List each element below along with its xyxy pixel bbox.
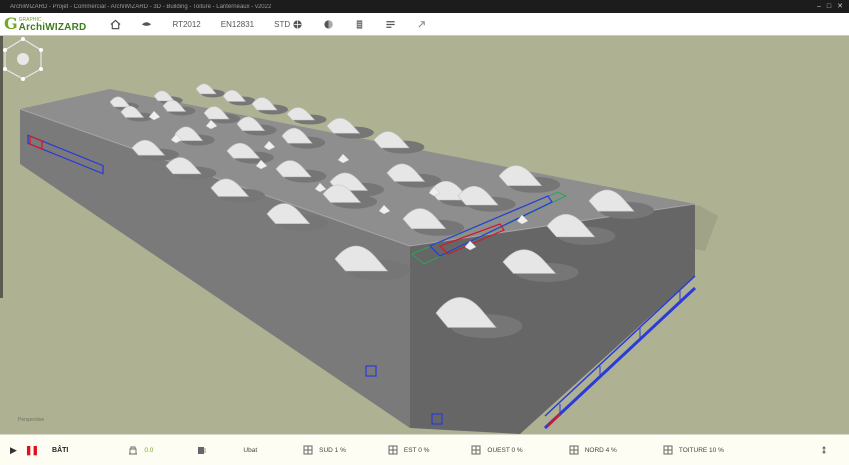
skylight — [195, 83, 217, 95]
close-button[interactable]: ✕ — [837, 3, 843, 10]
main-toolbar: G GRAPHIC ArchiWIZARD RT2012 EN12831 STD — [0, 13, 849, 36]
logo-mark: G — [4, 14, 18, 33]
play-button[interactable]: ▶ — [10, 445, 17, 456]
document-icon — [356, 19, 363, 29]
globe-icon — [293, 19, 302, 29]
3d-viewport[interactable]: Perspective — [0, 36, 849, 434]
wall-icon — [198, 447, 206, 454]
window-icon — [303, 445, 313, 455]
en12831-button[interactable]: EN12831 — [221, 20, 254, 29]
minimize-button[interactable]: – — [817, 3, 821, 10]
view-button[interactable] — [141, 19, 152, 30]
sud-item[interactable]: SUD 1 % — [303, 445, 346, 455]
skylight — [373, 131, 410, 149]
export-button[interactable] — [416, 19, 427, 30]
app-logo: G GRAPHIC ArchiWIZARD — [4, 13, 86, 35]
list-icon — [386, 20, 395, 28]
est-item[interactable]: EST 0 % — [388, 445, 430, 455]
sud-value: SUD 1 % — [319, 446, 346, 454]
window-titlebar: ArchiWIZARD - Projet - Commercial - Arch… — [0, 0, 849, 13]
ubat-label: Ubat — [243, 446, 258, 454]
scroll-arrows-icon — [822, 446, 826, 454]
status-bar: ▶ ❚❚ BÂTI 0.0 Ubat SUD 1 % EST 0 % OUEST… — [0, 434, 849, 465]
std-label: STD — [274, 19, 291, 29]
pause-button[interactable]: ❚❚ — [25, 445, 39, 456]
skylight — [286, 107, 316, 121]
navigation-cube[interactable] — [0, 36, 46, 82]
list-button[interactable] — [385, 19, 396, 30]
bati-label: BÂTI — [52, 446, 69, 454]
window-icon — [569, 445, 579, 455]
window-controls: – □ ✕ — [817, 3, 843, 10]
window-icon — [471, 445, 481, 455]
toiture-item[interactable]: TOITURE 10 % — [663, 445, 724, 455]
ouest-value: OUEST 0 % — [487, 446, 523, 454]
sun-button[interactable] — [323, 19, 334, 30]
nord-value: NORD 4 % — [584, 446, 617, 454]
window-icon — [663, 445, 673, 455]
ouest-item[interactable]: OUEST 0 % — [471, 445, 523, 455]
logo-name: ArchiWIZARD — [18, 22, 87, 33]
ubat-item[interactable]: Ubat — [243, 447, 257, 454]
scroll-control[interactable] — [819, 445, 835, 455]
level-group[interactable]: 0.0 — [128, 445, 153, 455]
view-mode-label: Perspective — [18, 417, 45, 423]
window-title: ArchiWIZARD - Projet - Commercial - Arch… — [10, 3, 272, 10]
est-value: EST 0 % — [403, 446, 430, 454]
std-button[interactable]: STD — [274, 19, 303, 30]
skylight — [153, 90, 175, 102]
wall-group[interactable] — [197, 445, 213, 455]
arrow-up-right-icon — [418, 20, 425, 28]
window-icon — [388, 445, 398, 455]
document-button[interactable] — [354, 19, 365, 30]
eye-icon — [142, 21, 152, 26]
level-value: 0.0 — [144, 446, 154, 454]
skylight — [222, 89, 247, 102]
toiture-value: TOITURE 10 % — [678, 446, 724, 454]
rt2012-button[interactable]: RT2012 — [172, 20, 200, 29]
maximize-button[interactable]: □ — [827, 3, 831, 10]
building-scene — [19, 83, 718, 434]
building-icon — [129, 446, 138, 455]
skylight — [326, 117, 361, 134]
skylight — [251, 97, 278, 111]
home-button[interactable] — [110, 19, 121, 30]
sun-icon — [324, 19, 333, 29]
home-icon — [110, 19, 121, 29]
nord-item[interactable]: NORD 4 % — [569, 445, 617, 455]
